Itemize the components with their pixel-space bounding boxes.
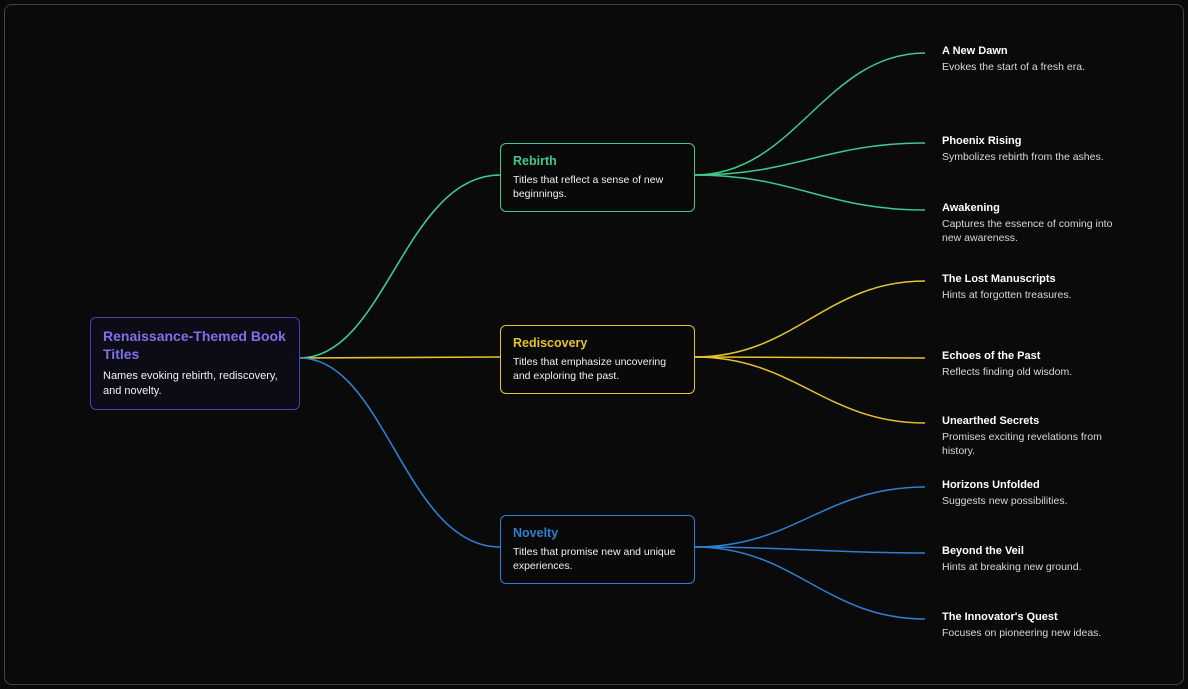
branch-rebirth[interactable]: Rebirth Titles that reflect a sense of n… [500,143,695,212]
mindmap-frame: Renaissance-Themed Book Titles Names evo… [4,4,1184,685]
leaf-innovators-quest[interactable]: The Innovator's Quest Focuses on pioneer… [930,601,1130,651]
branch-title: Rebirth [513,154,682,168]
leaf-a-new-dawn[interactable]: A New Dawn Evokes the start of a fresh e… [930,35,1130,85]
branch-novelty[interactable]: Novelty Titles that promise new and uniq… [500,515,695,584]
leaf-awakening[interactable]: Awakening Captures the essence of coming… [930,192,1130,255]
branch-desc: Titles that promise new and unique exper… [513,545,682,573]
branch-desc: Titles that reflect a sense of new begin… [513,173,682,201]
leaf-desc: Suggests new possibilities. [942,495,1118,509]
leaf-title: Unearthed Secrets [942,415,1118,427]
leaf-title: Awakening [942,202,1118,214]
leaf-desc: Evokes the start of a fresh era. [942,61,1118,75]
leaf-desc: Focuses on pioneering new ideas. [942,627,1118,641]
leaf-desc: Hints at forgotten treasures. [942,289,1118,303]
branch-title: Rediscovery [513,336,682,350]
leaf-title: A New Dawn [942,45,1118,57]
leaf-unearthed-secrets[interactable]: Unearthed Secrets Promises exciting reve… [930,405,1130,468]
leaf-desc: Hints at breaking new ground. [942,561,1118,575]
branch-title: Novelty [513,526,682,540]
leaf-desc: Reflects finding old wisdom. [942,366,1118,380]
leaf-lost-manuscripts[interactable]: The Lost Manuscripts Hints at forgotten … [930,263,1130,313]
leaf-beyond-veil[interactable]: Beyond the Veil Hints at breaking new gr… [930,535,1130,585]
root-node[interactable]: Renaissance-Themed Book Titles Names evo… [90,317,300,410]
leaf-title: Phoenix Rising [942,135,1118,147]
branch-desc: Titles that emphasize uncovering and exp… [513,355,682,383]
leaf-desc: Promises exciting revelations from histo… [942,431,1118,458]
root-title: Renaissance-Themed Book Titles [103,328,287,363]
leaf-desc: Captures the essence of coming into new … [942,218,1118,245]
root-desc: Names evoking rebirth, rediscovery, and … [103,369,287,399]
leaf-title: The Innovator's Quest [942,611,1118,623]
leaf-title: Horizons Unfolded [942,479,1118,491]
leaf-horizons-unfolded[interactable]: Horizons Unfolded Suggests new possibili… [930,469,1130,519]
leaf-echoes-past[interactable]: Echoes of the Past Reflects finding old … [930,340,1130,390]
branch-rediscovery[interactable]: Rediscovery Titles that emphasize uncove… [500,325,695,394]
leaf-title: Beyond the Veil [942,545,1118,557]
leaf-desc: Symbolizes rebirth from the ashes. [942,151,1118,165]
leaf-title: Echoes of the Past [942,350,1118,362]
leaf-title: The Lost Manuscripts [942,273,1118,285]
leaf-phoenix-rising[interactable]: Phoenix Rising Symbolizes rebirth from t… [930,125,1130,175]
